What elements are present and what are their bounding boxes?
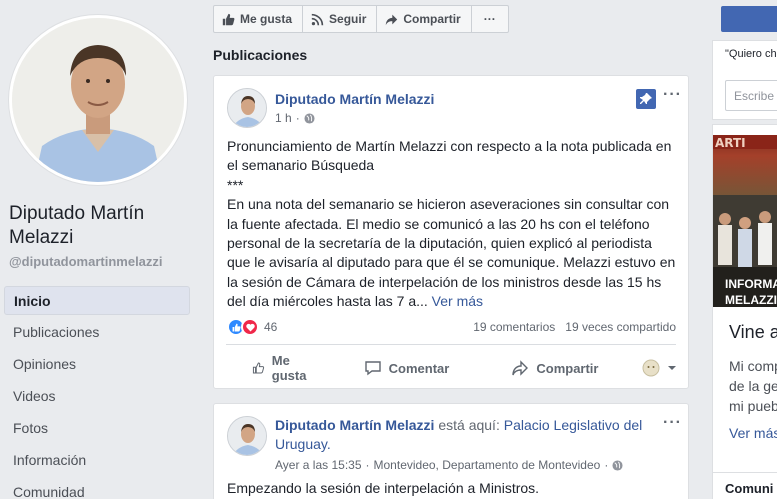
pinned-post: Diputado Martín Melazzi 1 h · ··· Pronun…	[213, 75, 689, 389]
check-in-text: está aquí:	[438, 417, 500, 433]
post-author-name[interactable]: Diputado Martín Melazzi	[275, 417, 434, 433]
primary-action-button[interactable]	[721, 6, 777, 32]
nav-item-videos[interactable]: Videos	[4, 382, 190, 414]
featured-description: Mi comp de la ge mi puebl	[729, 356, 777, 416]
nav-item-comunidad[interactable]: Comunidad	[4, 478, 190, 499]
featured-caption: INFORMA MELAZZI	[725, 276, 777, 307]
follow-label: Seguir	[329, 12, 367, 26]
meta-separator: ·	[295, 111, 300, 125]
post-meta: 1 h ·	[275, 111, 315, 125]
post-author-line: Diputado Martín Melazzi está aquí: Palac…	[275, 416, 675, 454]
post-text-intro: Pronunciamiento de Martín Melazzi con re…	[227, 138, 672, 174]
pin-icon[interactable]	[636, 89, 656, 109]
page-nav: Inicio Publicaciones Opiniones Videos Fo…	[4, 286, 190, 499]
featured-caption-line1: INFORMA	[725, 277, 777, 291]
more-options-button[interactable]: ···	[470, 5, 509, 33]
thumbs-up-icon	[222, 13, 235, 25]
rss-icon	[311, 13, 324, 25]
community-title[interactable]: Comuni	[725, 481, 773, 496]
profile-picture[interactable]	[8, 14, 188, 186]
emoji-avatar-icon	[642, 359, 660, 377]
post-place[interactable]: Montevideo, Departamento de Montevideo	[374, 458, 601, 472]
page-name[interactable]: Diputado Martín Melazzi	[9, 202, 194, 250]
page-action-bar: Me gusta Seguir Compartir ···	[213, 5, 509, 33]
shares-count[interactable]: 19 veces compartido	[565, 320, 676, 334]
globe-icon	[612, 459, 623, 471]
reactions-summary[interactable]: 46	[227, 318, 277, 336]
featured-description-line1: Mi comp	[729, 358, 777, 374]
post-time[interactable]: 1 h	[275, 111, 292, 125]
featured-caption-line2: MELAZZI	[725, 293, 777, 307]
post-meta: Ayer a las 15:35 · Montevideo, Departame…	[275, 458, 623, 472]
post-text: Pronunciamiento de Martín Melazzi con re…	[227, 137, 679, 312]
post-text-body: En una nota del semanario se hicieron as…	[227, 195, 679, 311]
post-time[interactable]: Ayer a las 15:35	[275, 458, 362, 472]
featured-image[interactable]: ARTI INFORMA MELAZZI	[713, 135, 777, 307]
reaction-count: 46	[264, 320, 278, 334]
featured-description-line2: de la ge	[729, 378, 777, 394]
globe-icon	[304, 112, 315, 124]
post-comment-label: Comentar	[388, 360, 450, 376]
nav-item-publicaciones[interactable]: Publicaciones	[4, 318, 190, 350]
about-quote: "Quiero ch	[725, 48, 777, 60]
nav-item-fotos[interactable]: Fotos	[4, 414, 190, 446]
share-page-label: Compartir	[403, 12, 461, 26]
post-author-avatar[interactable]	[227, 416, 267, 456]
divider	[226, 344, 676, 345]
thumbs-up-outline-icon	[252, 362, 265, 374]
nav-item-opiniones[interactable]: Opiniones	[4, 350, 190, 382]
like-page-button[interactable]: Me gusta	[213, 5, 304, 33]
comment-icon	[364, 361, 381, 376]
more-options-label: ···	[483, 12, 496, 26]
like-page-label: Me gusta	[240, 12, 293, 26]
post-options-button[interactable]: ···	[663, 414, 682, 432]
engagement-counts: 19 comentarios 19 veces compartido	[473, 320, 676, 334]
post-share-button[interactable]: Compartir	[511, 352, 598, 384]
comments-count[interactable]: 19 comentarios	[473, 320, 555, 334]
caret-down-icon	[668, 366, 677, 370]
post-options-button[interactable]: ···	[663, 86, 682, 104]
post-author-avatar[interactable]	[227, 88, 267, 128]
post-share-label: Compartir	[536, 360, 599, 376]
post-like-button[interactable]: Me gusta	[252, 352, 312, 384]
post-comment-button[interactable]: Comentar	[364, 352, 450, 384]
share-page-button[interactable]: Compartir	[376, 5, 472, 33]
love-reaction-icon	[241, 318, 259, 336]
left-column: Diputado Martín Melazzi @diputadomartinm…	[0, 0, 198, 499]
post-actions: Me gusta Comentar Compartir	[226, 352, 677, 384]
meta-separator: ·	[365, 458, 370, 472]
page-handle[interactable]: @diputadomartinmelazzi	[9, 254, 163, 269]
share-icon	[512, 360, 529, 376]
post-author-name[interactable]: Diputado Martín Melazzi	[275, 91, 434, 107]
post-text: Empezando la sesión de interpelación a M…	[227, 480, 540, 496]
featured-description-line3: mi puebl	[729, 398, 777, 414]
nav-item-informacion[interactable]: Información	[4, 446, 190, 478]
section-title: Publicaciones	[213, 47, 308, 63]
nav-item-inicio[interactable]: Inicio	[4, 286, 190, 315]
message-input[interactable]: Escribe	[725, 80, 777, 111]
see-more-link[interactable]: Ver más	[432, 293, 483, 309]
featured-headline[interactable]: Vine a	[729, 322, 777, 343]
post-text-stars: ***	[227, 176, 244, 193]
post-like-label: Me gusta	[271, 353, 307, 383]
location-post: Diputado Martín Melazzi está aquí: Palac…	[213, 403, 689, 499]
featured-see-more-link[interactable]: Ver más	[729, 425, 777, 441]
share-arrow-icon	[386, 14, 398, 25]
reaction-selector[interactable]	[642, 352, 684, 384]
svg-text:ARTI: ARTI	[715, 136, 746, 150]
meta-separator: ·	[604, 458, 609, 472]
follow-button[interactable]: Seguir	[302, 5, 378, 33]
